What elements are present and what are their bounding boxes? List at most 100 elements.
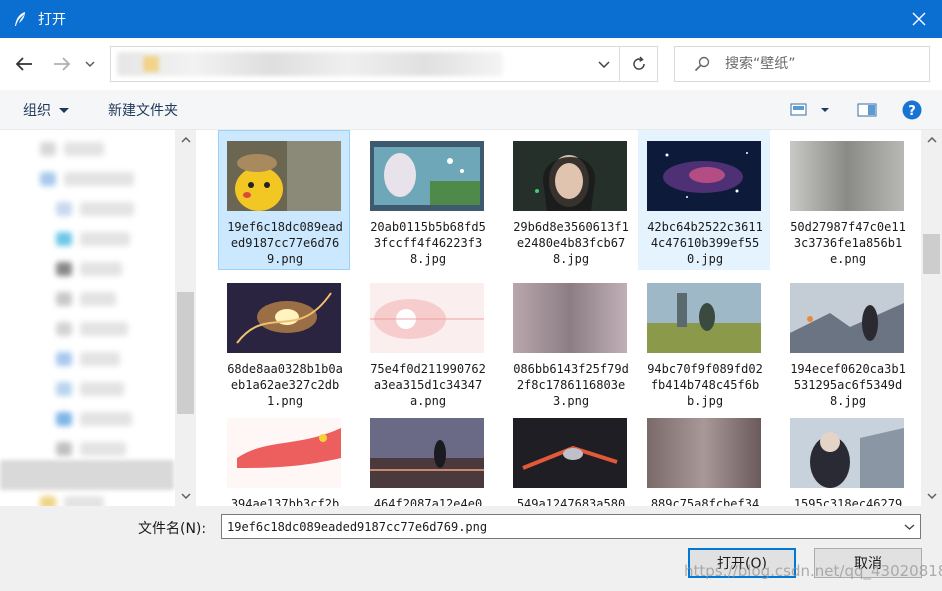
file-name: 394ae137bb3cf2b xyxy=(230,497,340,506)
file-name: 549a1247683a580 xyxy=(516,497,626,506)
file-thumbnail xyxy=(647,283,761,353)
back-arrow-icon xyxy=(15,57,32,71)
view-options-icon xyxy=(790,103,829,116)
navigation-pane[interactable] xyxy=(0,130,196,510)
recent-locations-button[interactable] xyxy=(80,52,100,76)
file-thumbnail xyxy=(227,141,341,211)
refresh-icon xyxy=(632,56,645,70)
new-folder-button[interactable]: 新建文件夹 xyxy=(108,100,178,120)
file-thumbnail xyxy=(513,283,627,353)
file-item[interactable]: 464f2087a12e4e0 xyxy=(361,407,493,506)
search-box[interactable] xyxy=(674,46,930,82)
caret-down-icon xyxy=(59,107,69,113)
filename-label: 文件名(N): xyxy=(138,521,207,537)
filename-input[interactable] xyxy=(227,519,887,534)
close-icon xyxy=(912,12,926,26)
chevron-down-icon xyxy=(904,523,914,530)
chevron-down-icon xyxy=(180,493,191,499)
preview-pane-button[interactable] xyxy=(856,100,878,120)
file-thumbnail xyxy=(513,418,627,488)
command-toolbar: 组织 新建文件夹 ? xyxy=(0,90,942,130)
file-name: 20ab0115b5b68fd53fccff4f46223f38.jpg xyxy=(370,220,486,266)
chevron-up-icon xyxy=(180,137,191,143)
chevron-up-icon xyxy=(926,137,937,143)
forward-button[interactable] xyxy=(50,52,74,76)
window-title: 打开 xyxy=(38,12,66,28)
file-name: 68de8aa0328b1b0aeb1a62ae327c2db1.png xyxy=(227,362,343,408)
file-item[interactable]: 086bb6143f25f79d2f8c1786116803e3.png xyxy=(504,272,636,412)
file-item[interactable]: 94bc70f9f089fd02fb414b748c45f6bb.jpg xyxy=(638,272,770,412)
dialog-footer: 文件名(N): 打开(O) 取消 https://blog.csdn.net/q… xyxy=(0,506,942,591)
title-bar: 打开 xyxy=(0,0,942,38)
scrollbar-thumb[interactable] xyxy=(177,292,194,414)
scroll-down-button[interactable] xyxy=(175,486,196,506)
close-button[interactable] xyxy=(896,0,942,38)
navigation-tree-blurred xyxy=(20,134,170,510)
refresh-button[interactable] xyxy=(619,47,657,81)
file-name: 1595c318ec46279 xyxy=(793,497,903,506)
file-list-pane[interactable]: 19ef6c18dc089eaded9187cc77e6d769.png 20ab… xyxy=(196,130,942,506)
file-thumbnail xyxy=(790,141,904,211)
svg-text:?: ? xyxy=(908,104,916,119)
chevron-down-icon xyxy=(926,493,937,499)
file-name: 194ecef0620ca3b1531295ac6f5349d8.jpg xyxy=(790,362,906,408)
file-name: 42bc64b2522c36114c47610b399ef550.jpg xyxy=(647,220,763,266)
file-item[interactable]: 19ef6c18dc089eaded9187cc77e6d769.png xyxy=(218,130,350,270)
file-name: 464f2087a12e4e0 xyxy=(373,497,483,506)
scrollbar-thumb[interactable] xyxy=(923,234,940,274)
file-thumbnail xyxy=(647,418,761,488)
recent-chevron-icon xyxy=(85,61,95,67)
file-thumbnail xyxy=(513,141,627,211)
scroll-up-button[interactable] xyxy=(921,130,942,150)
back-button[interactable] xyxy=(12,52,36,76)
file-item[interactable]: 194ecef0620ca3b1531295ac6f5349d8.jpg xyxy=(781,272,913,412)
file-thumbnail xyxy=(790,283,904,353)
file-name: 50d27987f47c0e113c3736fe1a856b1e.png xyxy=(790,220,906,266)
feather-icon xyxy=(12,11,28,27)
address-dropdown-button[interactable] xyxy=(589,47,619,81)
help-button[interactable]: ? xyxy=(901,100,923,120)
file-item[interactable]: 1595c318ec46279 xyxy=(781,407,913,506)
filename-dropdown-button[interactable] xyxy=(898,515,920,538)
address-bar[interactable] xyxy=(110,46,658,82)
file-name: 19ef6c18dc089eaded9187cc77e6d769.png xyxy=(227,220,343,266)
navigation-scrollbar[interactable] xyxy=(175,130,196,506)
file-list-scrollbar[interactable] xyxy=(921,130,942,506)
file-thumbnail xyxy=(370,418,484,488)
file-grid: 19ef6c18dc089eaded9187cc77e6d769.png 20ab… xyxy=(218,130,918,506)
preview-pane-icon xyxy=(857,103,877,117)
file-name: 889c75a8fcbef34 xyxy=(650,497,760,506)
file-name: 086bb6143f25f79d2f8c1786116803e3.png xyxy=(513,362,629,408)
address-path-blurred xyxy=(117,52,503,76)
file-name: 29b6d8e3560613f1e2480e4b83fcb678.jpg xyxy=(513,220,629,266)
file-item[interactable]: 50d27987f47c0e113c3736fe1a856b1e.png xyxy=(781,130,913,270)
search-icon xyxy=(693,55,711,73)
search-input[interactable] xyxy=(725,56,915,72)
file-item[interactable]: 29b6d8e3560613f1e2480e4b83fcb678.jpg xyxy=(504,130,636,270)
forward-arrow-icon xyxy=(54,57,71,71)
file-item[interactable]: 20ab0115b5b68fd53fccff4f46223f38.jpg xyxy=(361,130,493,270)
scroll-down-button[interactable] xyxy=(921,486,942,506)
file-item[interactable]: 75e4f0d211990762a3ea315d1c34347a.png xyxy=(361,272,493,412)
navigation-selected-item xyxy=(0,460,174,490)
organize-label: 组织 xyxy=(23,103,51,119)
file-thumbnail xyxy=(370,141,484,211)
new-folder-label: 新建文件夹 xyxy=(108,103,178,119)
filename-combobox[interactable] xyxy=(221,514,921,539)
help-icon: ? xyxy=(902,100,922,120)
chevron-down-icon xyxy=(598,60,610,68)
watermark: https://blog.csdn.net/qq_43020818 xyxy=(684,562,942,580)
scroll-up-button[interactable] xyxy=(175,130,196,150)
organize-menu[interactable]: 组织 xyxy=(23,100,69,120)
file-thumbnail xyxy=(227,283,341,353)
address-row xyxy=(0,38,942,90)
file-thumbnail xyxy=(790,418,904,488)
file-item[interactable]: 889c75a8fcbef34 xyxy=(638,407,770,506)
file-item[interactable]: 549a1247683a580 xyxy=(504,407,636,506)
file-item[interactable]: 42bc64b2522c36114c47610b399ef550.jpg xyxy=(638,130,770,270)
view-options-button[interactable] xyxy=(790,100,830,120)
file-name: 94bc70f9f089fd02fb414b748c45f6bb.jpg xyxy=(647,362,763,408)
file-thumbnail xyxy=(227,418,341,488)
file-item[interactable]: 68de8aa0328b1b0aeb1a62ae327c2db1.png xyxy=(218,272,350,412)
file-item[interactable]: 394ae137bb3cf2b xyxy=(218,407,350,506)
